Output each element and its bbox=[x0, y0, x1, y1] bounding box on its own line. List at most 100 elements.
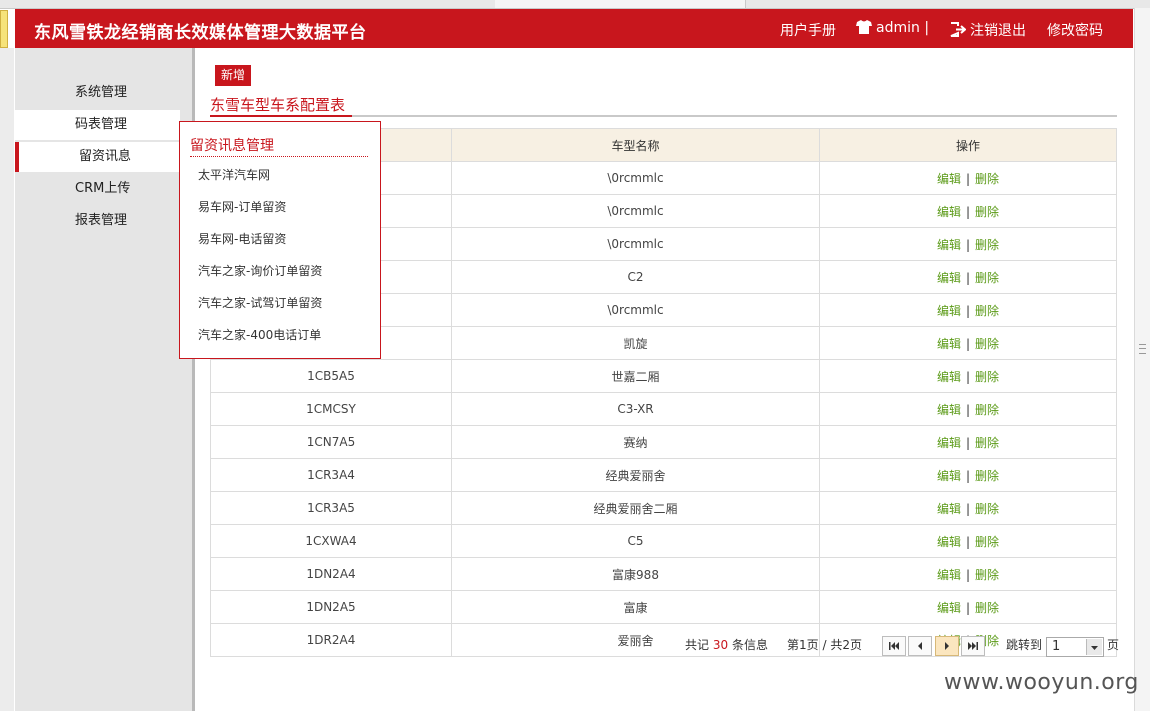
cell-actions: 编辑 | 删除 bbox=[819, 260, 1117, 294]
prev-page-button[interactable] bbox=[908, 636, 932, 656]
menu-item-yiche-phone[interactable]: 易车网-电话留资 bbox=[198, 230, 286, 247]
edit-link[interactable]: 编辑 bbox=[937, 469, 961, 483]
vertical-scrollbar[interactable] bbox=[1134, 8, 1150, 711]
cell-actions: 编辑 | 删除 bbox=[819, 491, 1117, 525]
edit-link[interactable]: 编辑 bbox=[937, 403, 961, 417]
edit-link[interactable]: 编辑 bbox=[937, 271, 961, 285]
menu-item-autohome-testdrive[interactable]: 汽车之家-试驾订单留资 bbox=[198, 294, 322, 311]
sidebar-item-code-table[interactable]: 码表管理 bbox=[15, 110, 180, 140]
action-separator: | bbox=[965, 534, 971, 549]
action-separator: | bbox=[965, 237, 971, 252]
sidebar-item-label: CRM上传 bbox=[75, 181, 131, 196]
table-row: 1CR3A5 经典爱丽舍二厢 编辑 | 删除 bbox=[210, 491, 1117, 525]
menu-item-pacific-auto[interactable]: 太平洋汽车网 bbox=[198, 166, 270, 183]
dropdown-title: 留资讯息管理 bbox=[190, 138, 274, 154]
table-row: 1DN2A5 富康 编辑 | 删除 bbox=[210, 590, 1117, 624]
lead-info-dropdown: 留资讯息管理 太平洋汽车网 易车网-订单留资 易车网-电话留资 汽车之家-询价订… bbox=[179, 121, 381, 359]
menu-item-yiche-order[interactable]: 易车网-订单留资 bbox=[198, 198, 286, 215]
edit-link[interactable]: 编辑 bbox=[937, 205, 961, 219]
sidebar-item-crm-upload[interactable]: CRM上传 bbox=[15, 174, 195, 204]
edit-link[interactable]: 编辑 bbox=[937, 370, 961, 384]
action-separator: | bbox=[965, 303, 971, 318]
jump-page-select[interactable]: 1 bbox=[1046, 637, 1104, 657]
delete-link[interactable]: 删除 bbox=[975, 337, 999, 351]
action-separator: | bbox=[965, 567, 971, 582]
edit-link[interactable]: 编辑 bbox=[937, 601, 961, 615]
cell-code: 1CXWA4 bbox=[210, 524, 452, 558]
sidebar-item-label: 码表管理 bbox=[75, 117, 128, 132]
browser-tab[interactable] bbox=[0, 0, 496, 8]
cell-actions: 编辑 | 删除 bbox=[819, 293, 1117, 327]
sidebar-item-label: 报表管理 bbox=[75, 213, 128, 228]
first-page-button[interactable] bbox=[882, 636, 906, 656]
cell-code: 1DR2A4 bbox=[210, 623, 452, 657]
cell-actions: 编辑 | 删除 bbox=[819, 326, 1117, 360]
edit-link[interactable]: 编辑 bbox=[937, 535, 961, 549]
delete-link[interactable]: 删除 bbox=[975, 535, 999, 549]
page-suffix: 页 bbox=[849, 638, 862, 652]
delete-link[interactable]: 删除 bbox=[975, 271, 999, 285]
page-prefix: 第 bbox=[787, 638, 800, 652]
action-separator: | bbox=[965, 600, 971, 615]
user-menu[interactable]: admin | bbox=[856, 20, 929, 36]
edit-link[interactable]: 编辑 bbox=[937, 304, 961, 318]
cell-model-name: 凯旋 bbox=[451, 326, 820, 360]
sidebar-item-system[interactable]: 系统管理 bbox=[15, 78, 195, 108]
cell-actions: 编辑 | 删除 bbox=[819, 227, 1117, 261]
watermark: www.wooyun.org bbox=[944, 670, 1139, 695]
chevron-down-icon[interactable] bbox=[1086, 639, 1102, 655]
scrollbar-grip-icon[interactable] bbox=[1139, 344, 1146, 354]
column-header-model-name[interactable]: 车型名称 bbox=[451, 128, 820, 162]
change-password-link[interactable]: 修改密码 bbox=[1047, 20, 1103, 40]
left-edge-tab[interactable] bbox=[0, 10, 8, 48]
delete-link[interactable]: 删除 bbox=[975, 403, 999, 417]
edit-link[interactable]: 编辑 bbox=[937, 436, 961, 450]
cell-actions: 编辑 | 删除 bbox=[819, 359, 1117, 393]
next-page-button[interactable] bbox=[935, 636, 959, 656]
delete-link[interactable]: 删除 bbox=[975, 436, 999, 450]
jump-label: 跳转到 bbox=[1006, 638, 1043, 652]
cell-actions: 编辑 | 删除 bbox=[819, 392, 1117, 426]
edit-link[interactable]: 编辑 bbox=[937, 568, 961, 582]
menu-item-autohome-inquiry[interactable]: 汽车之家-询价订单留资 bbox=[198, 262, 322, 279]
table-row: 1CR3A4 经典爱丽舍 编辑 | 删除 bbox=[210, 458, 1117, 492]
title-underline bbox=[210, 115, 352, 117]
sidebar-item-reports[interactable]: 报表管理 bbox=[15, 206, 195, 236]
edit-link[interactable]: 编辑 bbox=[937, 238, 961, 252]
logout-link[interactable]: 注销退出 bbox=[950, 20, 1026, 40]
action-separator: | bbox=[965, 171, 971, 186]
table-row: 1DN2A4 富康988 编辑 | 删除 bbox=[210, 557, 1117, 591]
delete-link[interactable]: 删除 bbox=[975, 205, 999, 219]
delete-link[interactable]: 删除 bbox=[975, 370, 999, 384]
user-manual-link[interactable]: 用户手册 bbox=[780, 20, 836, 40]
edit-link[interactable]: 编辑 bbox=[937, 337, 961, 351]
browser-tab-active[interactable] bbox=[495, 0, 746, 8]
delete-link[interactable]: 删除 bbox=[975, 304, 999, 318]
delete-link[interactable]: 删除 bbox=[975, 238, 999, 252]
cell-code: 1CMCSY bbox=[210, 392, 452, 426]
cell-model-name: \0rcmmlc bbox=[451, 161, 820, 195]
delete-link[interactable]: 删除 bbox=[975, 502, 999, 516]
edit-link[interactable]: 编辑 bbox=[937, 172, 961, 186]
sidebar-item-lead-info[interactable]: 留资讯息 bbox=[15, 142, 180, 172]
cell-code: 1DN2A4 bbox=[210, 557, 452, 591]
add-button[interactable]: 新增 bbox=[215, 65, 252, 86]
delete-link[interactable]: 删除 bbox=[975, 568, 999, 582]
action-separator: | bbox=[965, 402, 971, 417]
record-count-prefix: 共记 bbox=[685, 638, 710, 652]
table-row: 1CB5A5 世嘉二厢 编辑 | 删除 bbox=[210, 359, 1117, 393]
cell-code: 1CR3A4 bbox=[210, 458, 452, 492]
last-page-button[interactable] bbox=[961, 636, 985, 656]
logout-icon bbox=[950, 22, 966, 37]
table-row: 1CXWA4 C5 编辑 | 删除 bbox=[210, 524, 1117, 558]
delete-link[interactable]: 删除 bbox=[975, 469, 999, 483]
cell-model-name: 富康 bbox=[451, 590, 820, 624]
delete-link[interactable]: 删除 bbox=[975, 172, 999, 186]
delete-link[interactable]: 删除 bbox=[975, 601, 999, 615]
cell-code: 1CR3A5 bbox=[210, 491, 452, 525]
cell-model-name: \0rcmmlc bbox=[451, 194, 820, 228]
action-separator: | bbox=[965, 336, 971, 351]
menu-item-autohome-400[interactable]: 汽车之家-400电话订单 bbox=[198, 326, 321, 343]
action-separator: | bbox=[965, 369, 971, 384]
edit-link[interactable]: 编辑 bbox=[937, 502, 961, 516]
